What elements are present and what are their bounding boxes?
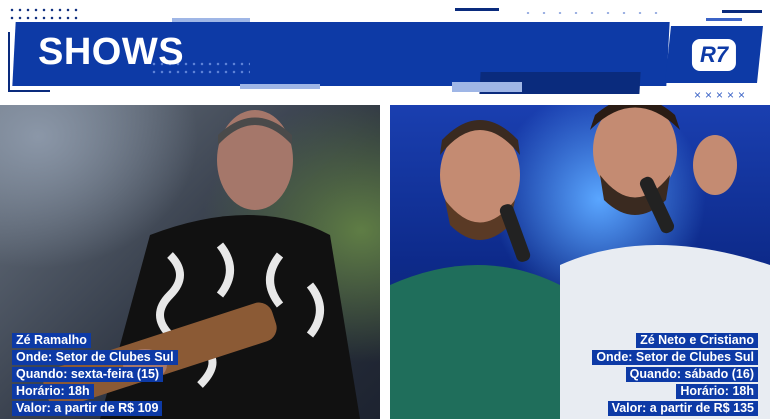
artist-name: Zé Neto e Cristiano — [636, 333, 758, 348]
decor-bar — [455, 8, 499, 11]
date: Quando: sábado (16) — [625, 367, 758, 382]
price: Valor: a partir de R$ 109 — [12, 401, 163, 416]
decor-bar — [722, 10, 762, 13]
decor-bar — [240, 84, 320, 89]
decor-bar — [452, 82, 522, 92]
decor-dots — [520, 10, 660, 16]
header: SHOWS R7 ××××× — [0, 0, 770, 102]
r7-logo-text: R7 — [691, 38, 737, 71]
time: Horário: 18h — [12, 384, 94, 399]
artist-name: Zé Ramalho — [12, 333, 91, 348]
page-title: SHOWS — [38, 31, 185, 73]
r7-logo[interactable]: R7 — [665, 26, 763, 83]
decor-bar — [706, 18, 742, 21]
decor-dots — [8, 6, 78, 20]
price: Valor: a partir de R$ 135 — [607, 401, 758, 416]
show-info-ze-neto-e-cristiano: Zé Neto e Cristiano Onde: Setor de Clube… — [592, 333, 758, 416]
date: Quando: sexta-feira (15) — [12, 367, 164, 382]
venue: Onde: Setor de Clubes Sul — [592, 350, 758, 365]
show-info-ze-ramalho: Zé Ramalho Onde: Setor de Clubes Sul Qua… — [12, 333, 178, 416]
time: Horário: 18h — [676, 384, 758, 399]
venue: Onde: Setor de Clubes Sul — [12, 350, 178, 365]
decor-crosses: ××××× — [694, 88, 750, 102]
